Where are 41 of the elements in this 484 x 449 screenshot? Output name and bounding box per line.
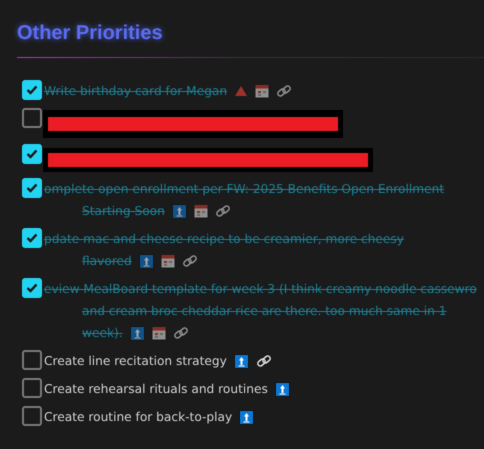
task-text: eview MealBoard template for week 3 (I think creamy noodle cassewro — [44, 282, 477, 296]
link-icon[interactable] — [172, 325, 189, 341]
checkbox[interactable] — [22, 378, 42, 398]
task-text: pdate mac and cheese recipe to be creamier, more cheesy — [44, 232, 404, 246]
task-text: Write birthday card for Megan — [44, 84, 228, 98]
task-text: Create rehearsal rituals and routines — [44, 382, 268, 396]
link-icon[interactable] — [276, 83, 292, 99]
priority-icon[interactable] — [130, 326, 145, 340]
link-icon[interactable] — [214, 203, 231, 219]
checkmark-icon — [26, 85, 38, 95]
section-heading: Other Priorities — [17, 22, 164, 45]
checkmark-icon — [26, 283, 38, 293]
calendar-icon[interactable] — [194, 204, 208, 218]
priority-icon[interactable] — [234, 354, 249, 368]
task-text: Create line recitation strategy — [44, 354, 227, 368]
checkbox[interactable] — [22, 178, 42, 198]
task-text: omplete open enrollment per FW: 2025 Benefits Open Enrollment — [44, 182, 444, 196]
link-icon[interactable] — [182, 253, 198, 269]
task-text: Starting Soon — [82, 204, 165, 218]
calendar-icon[interactable] — [152, 326, 166, 340]
checkbox[interactable] — [22, 228, 42, 248]
checkbox[interactable] — [22, 80, 42, 100]
task-text: Create routine for back-to-play — [44, 410, 232, 424]
checkmark-icon — [26, 183, 38, 193]
checkbox[interactable] — [22, 406, 42, 426]
checkbox[interactable] — [22, 144, 42, 164]
calendar-icon[interactable] — [255, 84, 270, 98]
triangle-icon — [234, 85, 248, 97]
checkbox[interactable] — [22, 278, 42, 298]
priority-icon[interactable] — [138, 254, 154, 268]
checkmark-icon — [26, 149, 38, 159]
link-icon[interactable] — [256, 353, 272, 369]
priority-icon[interactable] — [239, 410, 254, 424]
task-text: and cream broc cheddar rice are there. too much same in 1 — [82, 304, 447, 318]
priority-icon[interactable] — [274, 382, 290, 396]
checkbox[interactable] — [22, 350, 42, 370]
checkmark-icon — [26, 233, 38, 243]
calendar-icon[interactable] — [160, 254, 175, 268]
priority-icon[interactable] — [172, 204, 187, 218]
task-text: flavored — [82, 254, 132, 268]
task-text: week). — [82, 326, 123, 340]
